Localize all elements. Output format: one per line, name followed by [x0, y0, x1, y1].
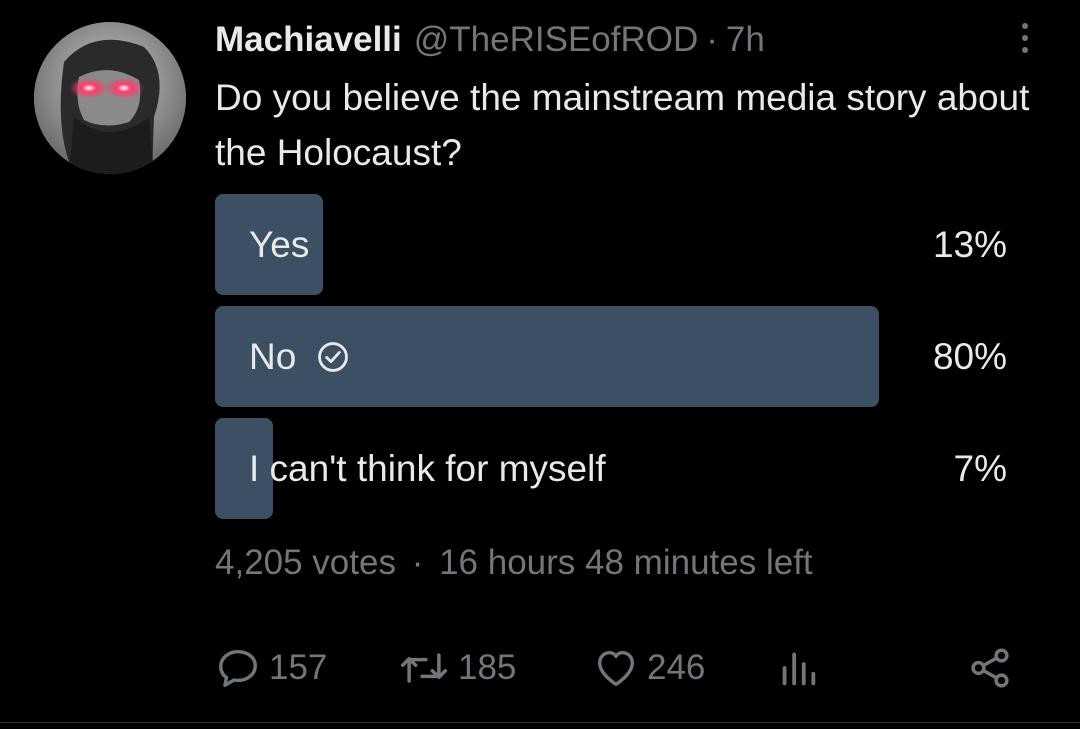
poll-meta-separator: · — [411, 543, 424, 582]
poll: Yes 13% No 80% I can't think for myself … — [215, 194, 1010, 530]
poll-option-yes: Yes 13% — [215, 194, 1010, 295]
views-button[interactable] — [775, 640, 821, 696]
poll-option-percent: 80% — [932, 335, 1007, 377]
poll-option-text: I can't think for myself — [249, 447, 606, 489]
author-handle[interactable]: @TheRISEofROD — [414, 20, 699, 60]
action-bar: 157 185 246 — [215, 640, 1015, 696]
share-icon — [971, 648, 1009, 688]
poll-time-left: 16 hours 48 minutes left — [439, 543, 813, 582]
reply-count: 157 — [269, 648, 328, 687]
poll-option-percent: 13% — [932, 223, 1007, 265]
reply-icon — [219, 649, 257, 687]
poll-option-label: Yes — [249, 194, 309, 295]
like-count: 246 — [647, 648, 706, 687]
analytics-icon — [782, 652, 816, 686]
poll-option-no: No 80% — [215, 306, 1010, 407]
share-button[interactable] — [967, 640, 1013, 696]
poll-meta: 4,205 votes · 16 hours 48 minutes left — [215, 543, 813, 583]
poll-option-label: I can't think for myself — [249, 418, 606, 519]
repost-count: 185 — [458, 648, 517, 687]
tweet-header: Machiavelli @TheRISEofROD · 7h — [215, 16, 1040, 64]
tweet-text: Do you believe the mainstream media stor… — [215, 77, 1030, 173]
poll-option-cant-think: I can't think for myself 7% — [215, 418, 1010, 519]
reply-button[interactable]: 157 — [215, 640, 327, 696]
check-circle-icon — [318, 341, 349, 372]
avatar[interactable] — [34, 22, 186, 174]
poll-option-percent: 7% — [953, 447, 1007, 489]
author-name[interactable]: Machiavelli — [215, 20, 402, 60]
poll-option-text: No — [249, 335, 297, 377]
like-button[interactable]: 246 — [593, 640, 705, 696]
heart-icon — [597, 650, 635, 687]
poll-vote-count: 4,205 votes — [215, 543, 396, 582]
more-options-icon[interactable] — [1010, 18, 1040, 58]
tweet-timestamp[interactable]: 7h — [726, 20, 765, 60]
poll-option-label: No — [249, 306, 350, 407]
repost-icon — [400, 653, 448, 683]
repost-button[interactable]: 185 — [398, 640, 516, 696]
poll-option-text: Yes — [249, 223, 310, 265]
header-separator: · — [706, 20, 718, 59]
avatar-image — [34, 22, 186, 174]
divider — [0, 722, 1080, 723]
